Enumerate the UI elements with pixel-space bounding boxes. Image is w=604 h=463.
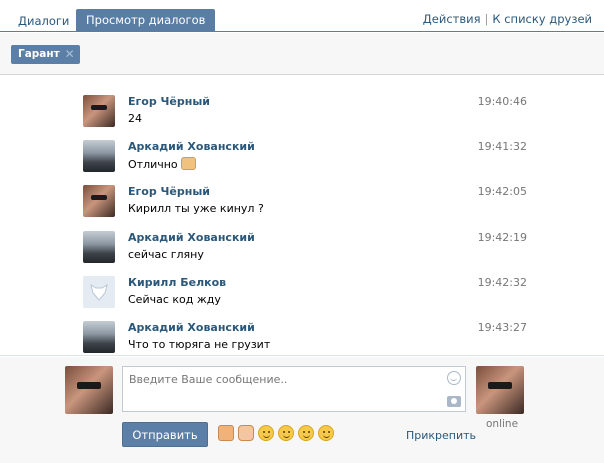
avatar[interactable] xyxy=(83,95,115,127)
avatar[interactable] xyxy=(83,276,115,308)
tab-view-dialogs[interactable]: Просмотр диалогов xyxy=(76,9,216,32)
my-avatar[interactable] xyxy=(65,366,113,414)
message-history[interactable]: Егор Чёрный 24 19:40:46 Аркадий Ховански… xyxy=(0,76,604,356)
tab-bar: Диалоги Просмотр диалогов Действия | К спи… xyxy=(0,0,604,32)
grin-icon[interactable] xyxy=(298,425,314,441)
message-text: 24 xyxy=(128,112,142,125)
avatar[interactable] xyxy=(83,231,115,263)
header-actions: Действия | К списку друзей xyxy=(423,12,592,26)
thumbs-down-icon[interactable] xyxy=(218,425,234,441)
message-item: Кирилл Белков Сейчас код жду 19:42:32 xyxy=(0,276,604,320)
emoji-bar xyxy=(218,425,338,441)
message-item: Егор Чёрный Кирилл ты уже кинул ? 19:42:… xyxy=(0,185,604,229)
message-time: 19:42:32 xyxy=(477,276,527,289)
message-time: 19:42:05 xyxy=(477,185,527,198)
message-item: Егор Чёрный 24 19:40:46 xyxy=(0,95,604,139)
tab-dialogs[interactable]: Диалоги xyxy=(8,10,79,32)
message-item: Аркадий Хованский Отлично 19:41:32 xyxy=(0,140,604,184)
message-author[interactable]: Кирилл Белков xyxy=(128,276,226,289)
message-time: 19:41:32 xyxy=(477,140,527,153)
smile-emoji-icon[interactable] xyxy=(318,425,334,441)
message-text: сейчас гляну xyxy=(128,248,204,261)
smile-icon[interactable] xyxy=(447,371,461,385)
message-text: Что то тюряга не грузит xyxy=(128,338,271,351)
message-time: 19:42:19 xyxy=(477,231,527,244)
dog-icon xyxy=(90,283,108,301)
wink-icon[interactable] xyxy=(278,425,294,441)
thumbs-up-icon xyxy=(180,157,196,170)
friends-list-link[interactable]: К списку друзей xyxy=(492,12,592,26)
message-input[interactable] xyxy=(123,367,443,391)
message-time: 19:43:27 xyxy=(477,321,527,334)
send-button[interactable]: Отправить xyxy=(122,422,208,447)
message-author[interactable]: Аркадий Хованский xyxy=(128,231,255,244)
online-status: online xyxy=(486,418,519,430)
ok-hand-icon[interactable] xyxy=(238,425,254,441)
message-author[interactable]: Егор Чёрный xyxy=(128,185,210,198)
separator: | xyxy=(484,12,489,26)
avatar[interactable] xyxy=(83,185,115,217)
message-item: Аркадий Хованский Что то тюряга не грузи… xyxy=(0,321,604,355)
message-text-content: Отлично xyxy=(128,158,178,171)
avatar[interactable] xyxy=(83,321,115,353)
message-author[interactable]: Аркадий Хованский xyxy=(128,321,255,334)
close-icon[interactable]: ✕ xyxy=(65,45,75,64)
message-item: Аркадий Хованский сейчас гляну 19:42:19 xyxy=(0,231,604,275)
message-text: Сейчас код жду xyxy=(128,293,221,306)
message-time: 19:40:46 xyxy=(477,95,527,108)
camera-icon[interactable] xyxy=(447,396,461,407)
companion-avatar[interactable] xyxy=(476,366,524,414)
message-text: Кирилл ты уже кинул ? xyxy=(128,202,264,215)
message-author[interactable]: Аркадий Хованский xyxy=(128,140,255,153)
message-author[interactable]: Егор Чёрный xyxy=(128,95,210,108)
filter-chip-label: Гарант xyxy=(18,48,60,60)
compose-area: online Отправить Прикрепить xyxy=(0,357,604,463)
laugh-icon[interactable] xyxy=(258,425,274,441)
filter-bar: Гарант ✕ xyxy=(0,33,604,75)
avatar[interactable] xyxy=(83,140,115,172)
actions-link[interactable]: Действия xyxy=(423,12,481,26)
attach-link[interactable]: Прикрепить xyxy=(406,429,476,442)
message-text: Отлично xyxy=(128,157,196,171)
filter-chip[interactable]: Гарант ✕ xyxy=(11,45,80,64)
message-input-box[interactable] xyxy=(122,366,466,412)
